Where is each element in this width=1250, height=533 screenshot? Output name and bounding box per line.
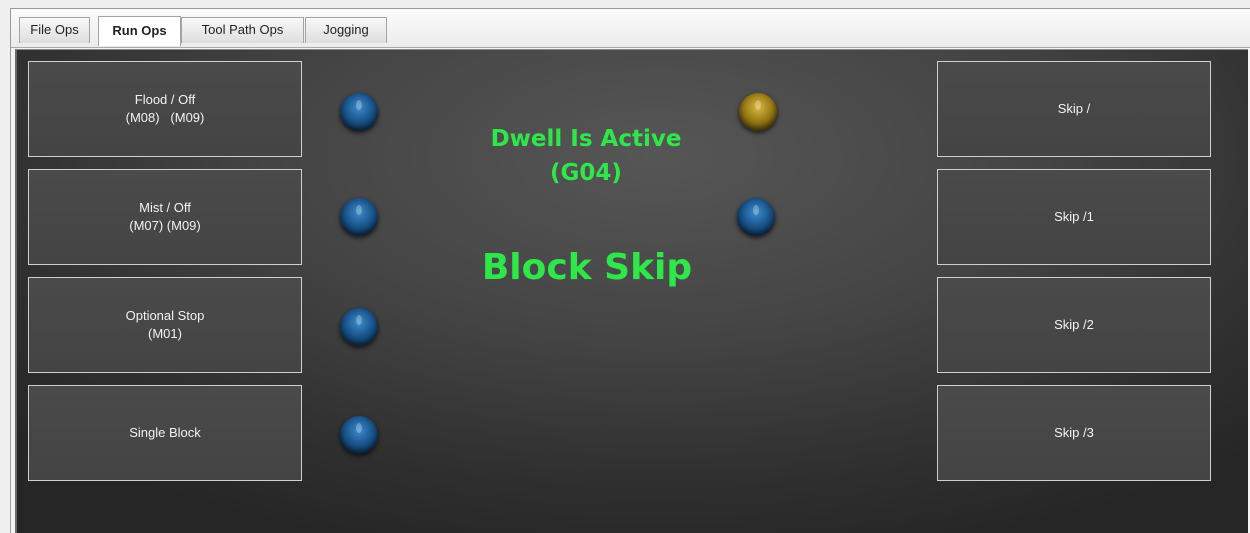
- mist-led-indicator: [340, 198, 378, 236]
- app-window: File Ops Run Ops Tool Path Ops Jogging F…: [10, 8, 1250, 533]
- single-block-label: Single Block: [129, 425, 201, 440]
- block-skip-status: Block Skip: [481, 247, 693, 288]
- dwell-status: Dwell Is Active (G04): [461, 122, 711, 190]
- skip-1-label: Skip /1: [1054, 209, 1094, 224]
- block-skip-led-indicator: [737, 198, 775, 236]
- tab-run-ops[interactable]: Run Ops: [98, 16, 181, 46]
- skip-button[interactable]: Skip /: [937, 61, 1211, 157]
- optional-stop-button[interactable]: Optional Stop (M01): [28, 277, 302, 373]
- tab-jogging[interactable]: Jogging: [305, 17, 387, 43]
- tab-file-ops[interactable]: File Ops: [19, 17, 90, 43]
- skip-1-button[interactable]: Skip /1: [937, 169, 1211, 265]
- skip-3-button[interactable]: Skip /3: [937, 385, 1211, 481]
- run-ops-panel: Flood / Off (M08) (M09) Mist / Off (M07)…: [15, 49, 1248, 533]
- skip-3-label: Skip /3: [1054, 425, 1094, 440]
- mist-off-button[interactable]: Mist / Off (M07) (M09): [28, 169, 302, 265]
- skip-2-button[interactable]: Skip /2: [937, 277, 1211, 373]
- single-block-button[interactable]: Single Block: [28, 385, 302, 481]
- mist-off-label: Mist / Off: [139, 200, 191, 215]
- flood-off-label: Flood / Off: [134, 92, 196, 107]
- optional-stop-label: Optional Stop: [125, 308, 205, 323]
- optional-stop-code: (M01): [148, 326, 182, 341]
- tab-bar: File Ops Run Ops Tool Path Ops Jogging: [11, 9, 1250, 48]
- dwell-status-code: (G04): [550, 160, 622, 186]
- mist-off-codes: (M07) (M09): [129, 218, 201, 233]
- single-block-led-indicator: [340, 416, 378, 454]
- flood-off-codes: (M08) (M09): [125, 110, 205, 125]
- skip-2-label: Skip /2: [1054, 317, 1094, 332]
- dwell-led-indicator: [739, 93, 777, 131]
- flood-led-indicator: [340, 93, 378, 131]
- tab-tool-path-ops[interactable]: Tool Path Ops: [181, 17, 304, 43]
- optional-stop-led-indicator: [340, 308, 378, 346]
- skip-label: Skip /: [1057, 101, 1091, 116]
- dwell-status-title: Dwell Is Active: [490, 126, 682, 152]
- flood-off-button[interactable]: Flood / Off (M08) (M09): [28, 61, 302, 157]
